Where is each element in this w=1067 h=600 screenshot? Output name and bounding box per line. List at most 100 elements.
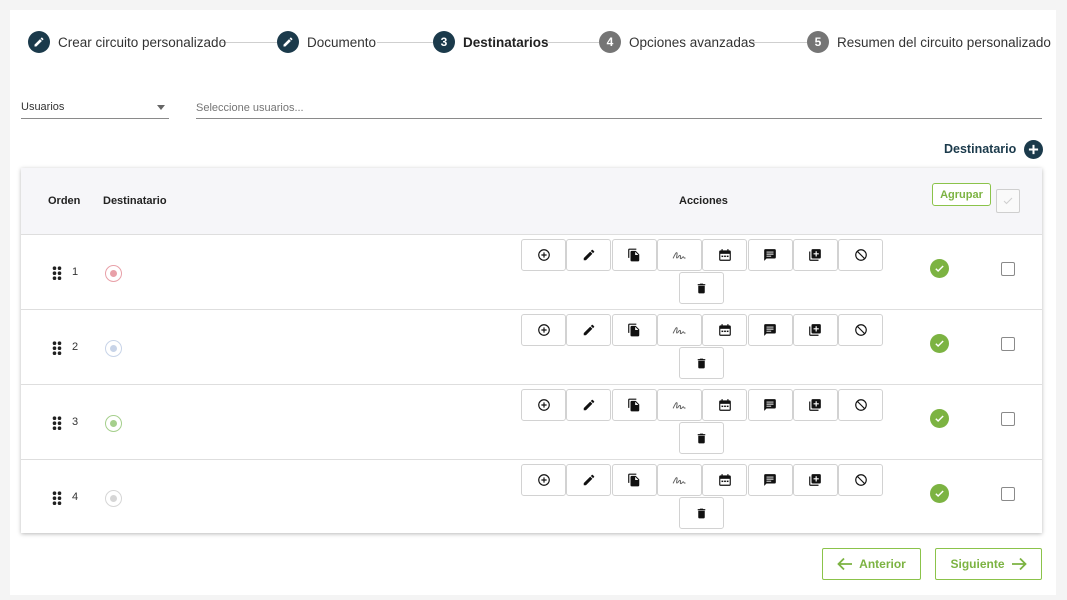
row-checkbox[interactable]: [1001, 337, 1015, 351]
comment-button[interactable]: [747, 389, 793, 421]
add-circle-button[interactable]: [521, 464, 566, 496]
library-add-icon: [808, 323, 822, 337]
step-number: 5: [807, 31, 829, 53]
block-button[interactable]: [838, 239, 884, 271]
user-type-select[interactable]: Usuarios: [21, 98, 169, 119]
add-circle-icon: [537, 398, 551, 412]
library-add-button[interactable]: [792, 239, 838, 271]
next-button[interactable]: Siguiente: [935, 548, 1042, 580]
plus-circle-icon: [1024, 139, 1044, 159]
calendar-button[interactable]: [702, 239, 748, 271]
step-crear-circuito[interactable]: Crear circuito personalizado: [28, 31, 226, 53]
library-add-icon: [808, 473, 822, 487]
block-button[interactable]: [838, 464, 884, 496]
comment-button[interactable]: [747, 239, 793, 271]
copy-document-icon: [627, 473, 641, 487]
table-row: 3: [21, 384, 1042, 459]
recipients-table: Orden Destinatario Acciones Agrupar 1 2 3 4: [21, 168, 1042, 533]
delete-icon: [695, 357, 708, 370]
row-checkbox[interactable]: [1001, 412, 1015, 426]
add-circle-button[interactable]: [521, 239, 566, 271]
row-checkbox[interactable]: [1001, 487, 1015, 501]
row-order: 1: [72, 266, 79, 278]
user-search-input[interactable]: [196, 98, 1042, 119]
delete-button[interactable]: [679, 497, 724, 529]
table-row: 2: [21, 309, 1042, 384]
pencil-button[interactable]: [566, 389, 612, 421]
delete-icon: [695, 432, 708, 445]
drag-handle-icon[interactable]: [52, 341, 64, 355]
copy-document-icon: [627, 323, 641, 337]
block-button[interactable]: [838, 389, 884, 421]
comment-button[interactable]: [747, 464, 793, 496]
pencil-button[interactable]: [566, 464, 612, 496]
user-type-value: Usuarios: [21, 101, 65, 113]
previous-button[interactable]: Anterior: [822, 548, 921, 580]
signature-icon: [672, 474, 687, 487]
signature-icon: [672, 324, 687, 337]
check-circle-icon: [930, 409, 949, 428]
copy-document-icon: [627, 398, 641, 412]
comment-button[interactable]: [747, 314, 793, 346]
group-confirm-checkbox[interactable]: [996, 189, 1020, 213]
copy-document-button[interactable]: [611, 464, 657, 496]
pencil-button[interactable]: [566, 314, 612, 346]
step-label: Documento: [307, 34, 377, 50]
row-order: 4: [72, 491, 79, 503]
arrow-left-icon: [837, 557, 853, 571]
comment-icon: [763, 323, 777, 337]
copy-document-button[interactable]: [611, 389, 657, 421]
signature-button[interactable]: [656, 389, 702, 421]
block-button[interactable]: [838, 314, 884, 346]
step-opciones-avanzadas[interactable]: 4 Opciones avanzadas: [599, 31, 755, 53]
step-label: Destinatarios: [463, 34, 549, 50]
drag-handle-icon[interactable]: [52, 266, 64, 280]
step-resumen[interactable]: 5 Resumen del circuito personalizado: [807, 31, 1051, 53]
header-order: Orden: [48, 195, 81, 207]
step-connector: [751, 42, 807, 43]
pencil-button[interactable]: [566, 239, 612, 271]
step-label: Resumen del circuito personalizado: [837, 34, 1051, 50]
add-recipient-button[interactable]: Destinatario: [944, 139, 1044, 159]
library-add-button[interactable]: [792, 389, 838, 421]
delete-button[interactable]: [679, 272, 724, 304]
row-order: 2: [72, 341, 79, 353]
step-documento[interactable]: Documento: [277, 31, 376, 53]
delete-button[interactable]: [679, 347, 724, 379]
delete-icon: [695, 282, 708, 295]
library-add-button[interactable]: [792, 314, 838, 346]
recipient-status-indicator: [105, 265, 122, 282]
step-destinatarios[interactable]: 3 Destinatarios: [433, 31, 549, 53]
group-button[interactable]: Agrupar: [932, 183, 991, 206]
check-icon: [1003, 197, 1013, 205]
arrow-right-icon: [1011, 557, 1027, 571]
calendar-icon: [718, 398, 732, 412]
calendar-button[interactable]: [702, 314, 748, 346]
signature-button[interactable]: [656, 464, 702, 496]
step-label: Opciones avanzadas: [629, 34, 756, 50]
signature-button[interactable]: [656, 314, 702, 346]
delete-button[interactable]: [679, 422, 724, 454]
copy-document-button[interactable]: [611, 239, 657, 271]
drag-handle-icon[interactable]: [52, 491, 64, 505]
check-circle-icon: [930, 259, 949, 278]
add-circle-icon: [537, 248, 551, 262]
row-checkbox[interactable]: [1001, 262, 1015, 276]
add-circle-button[interactable]: [521, 314, 566, 346]
add-circle-button[interactable]: [521, 389, 566, 421]
copy-document-button[interactable]: [611, 314, 657, 346]
calendar-icon: [718, 323, 732, 337]
calendar-button[interactable]: [702, 389, 748, 421]
drag-handle-icon[interactable]: [52, 416, 64, 430]
add-circle-icon: [537, 473, 551, 487]
previous-label: Anterior: [859, 557, 906, 571]
table-row: 1: [21, 234, 1042, 309]
calendar-button[interactable]: [702, 464, 748, 496]
recipient-status-indicator: [105, 340, 122, 357]
recipient-status-indicator: [105, 415, 122, 432]
calendar-icon: [718, 248, 732, 262]
library-add-icon: [808, 248, 822, 262]
pencil-icon: [277, 31, 299, 53]
library-add-button[interactable]: [792, 464, 838, 496]
signature-button[interactable]: [656, 239, 702, 271]
